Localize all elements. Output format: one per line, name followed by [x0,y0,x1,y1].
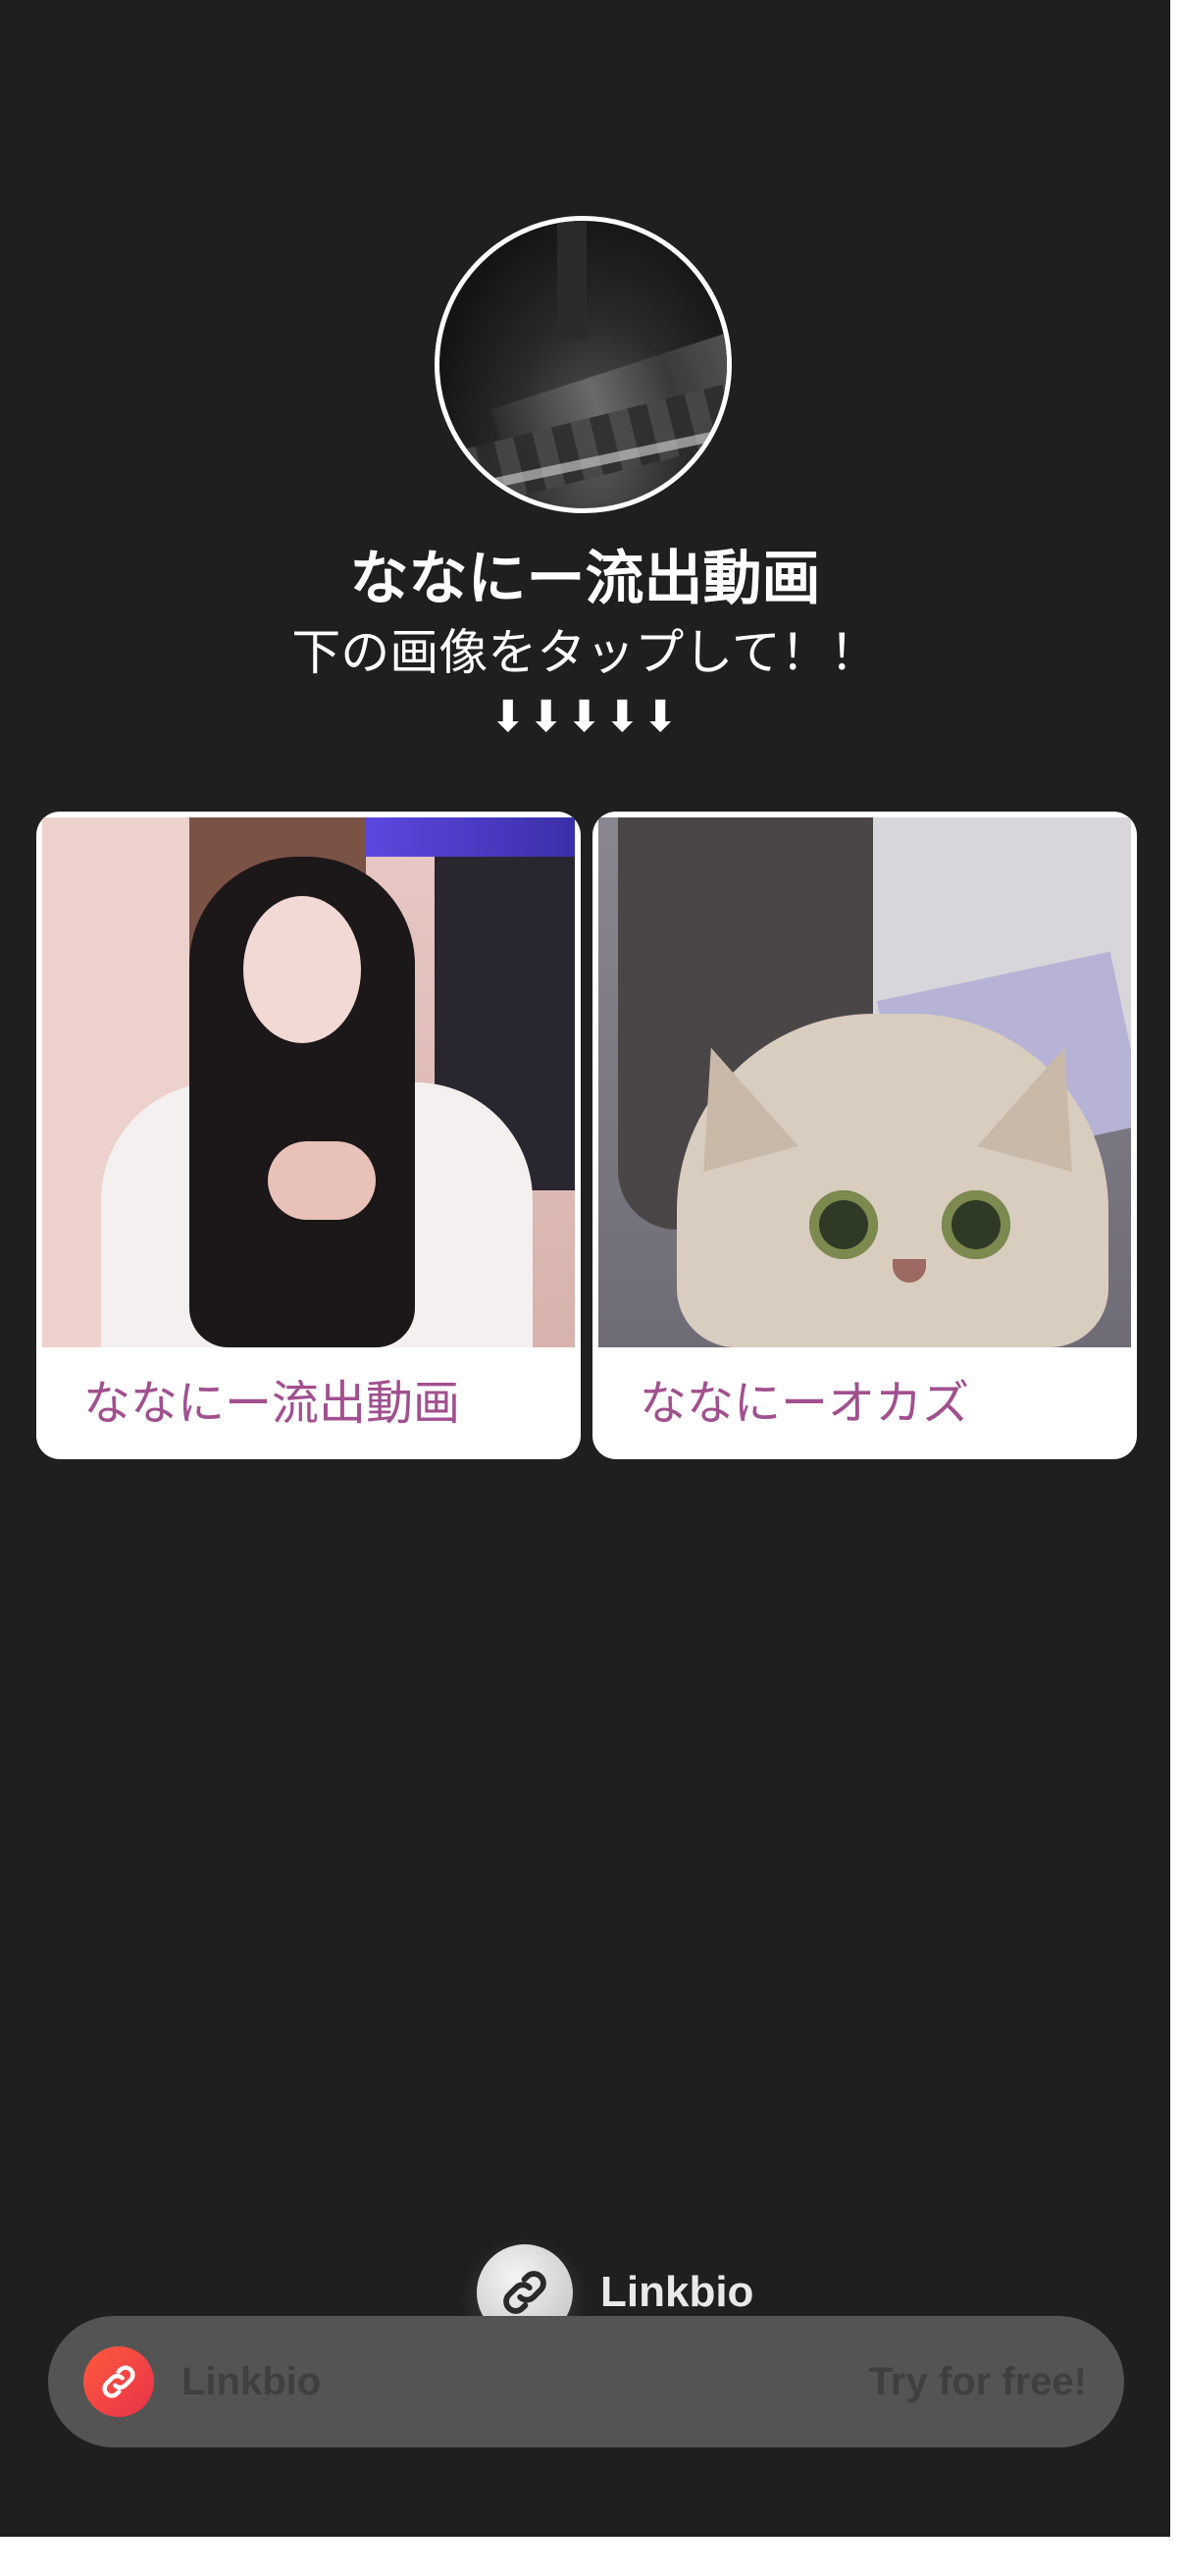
link-card-1-label[interactable]: ななにー流出動画 [36,1347,581,1459]
link-card-1[interactable]: ななにー流出動画 [36,812,581,1459]
footer-cta-bar[interactable]: Linkbio Try for free! [48,2316,1124,2447]
right-edge-gap [1170,0,1183,2537]
link-card-2[interactable]: ななにーオカズ [592,812,1137,1459]
chain-link-icon [503,2271,546,2314]
chain-link-icon [102,2365,135,2398]
down-arrows: ⬇⬇⬇⬇⬇ [489,692,681,742]
footer-brand-name: Linkbio [181,2360,322,2403]
profile-subtitle: 下の画像をタップして！！ [291,624,879,681]
link-card-2-image[interactable] [598,817,1131,1347]
link-card-2-label[interactable]: ななにーオカズ [592,1347,1137,1459]
link-card-1-image[interactable] [42,817,575,1347]
profile-avatar [435,216,732,513]
footer-linkbio-icon [83,2346,154,2417]
page-background: ななにー流出動画 下の画像をタップして！！ ⬇⬇⬇⬇⬇ ななにー流出動画 ななに… [0,0,1170,2537]
profile-title: ななにー流出動画 [349,545,821,613]
try-for-free-link[interactable]: Try for free! [869,2316,1087,2447]
